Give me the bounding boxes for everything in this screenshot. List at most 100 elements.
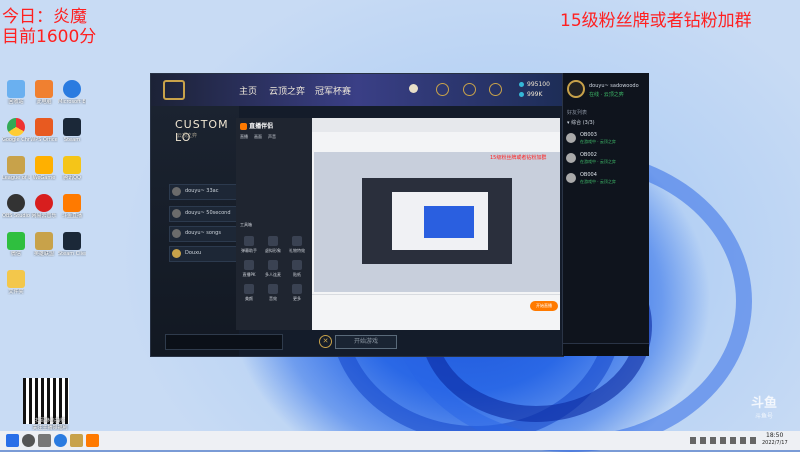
tool-label: 多人连麦 bbox=[265, 272, 281, 277]
clock-date[interactable]: 2022/7/17 bbox=[762, 440, 788, 446]
close-lobby-button[interactable]: ✕ bbox=[319, 335, 332, 348]
player-name: Douxu bbox=[185, 250, 202, 256]
tool-label: 音效 bbox=[269, 296, 277, 301]
obs-topbar bbox=[312, 118, 560, 132]
tool-label: 美颜 bbox=[245, 296, 253, 301]
douyu-watermark: 斗鱼 斗鱼号 bbox=[740, 392, 788, 420]
qr-caption: 扫码参与抽奖 关注主播领福利 bbox=[32, 418, 68, 431]
lobby-player[interactable]: douyu~ 50second bbox=[169, 206, 237, 222]
tool-label: 直播PK bbox=[242, 272, 256, 277]
desktop-icon[interactable]: 文件夹 bbox=[2, 270, 30, 295]
lobby-player[interactable]: douyu~ songs bbox=[169, 226, 237, 242]
obs-tab[interactable]: 直播 bbox=[240, 134, 248, 140]
player-avatar-icon bbox=[172, 249, 181, 258]
nav-home[interactable]: 主页 bbox=[239, 84, 257, 97]
tool-tile[interactable]: 多人连麦 bbox=[262, 260, 284, 278]
desktop-icon[interactable]: 微信 bbox=[2, 232, 30, 257]
lol-top-bar: 主页 云顶之弈 冠军杯赛 995100 999K bbox=[151, 74, 563, 106]
chat-input[interactable] bbox=[165, 334, 283, 350]
tool-tile[interactable]: 美颜 bbox=[238, 284, 260, 302]
obs-tab[interactable]: 声音 bbox=[268, 134, 276, 140]
desktop-icon[interactable]: 此电脑 bbox=[30, 80, 58, 105]
search-icon[interactable] bbox=[22, 434, 35, 447]
clock-time[interactable]: 18:50 bbox=[766, 432, 783, 439]
nav-clash[interactable]: 冠军杯赛 bbox=[315, 84, 351, 97]
friend-avatar bbox=[566, 153, 576, 163]
store-icon[interactable] bbox=[489, 83, 502, 96]
friend-item[interactable]: OB004 在游戏中 · 云顶之弈 bbox=[565, 171, 645, 187]
tools-header: 工具箱 bbox=[240, 222, 252, 227]
rp-balance: 995100 bbox=[527, 81, 550, 88]
desktop-icon[interactable]: 斗鱼直播 bbox=[58, 194, 86, 219]
tool-tile[interactable]: 贴纸 bbox=[286, 260, 308, 278]
desktop-icon[interactable]: 回收站 bbox=[2, 80, 30, 105]
desktop-icon[interactable]: 英雄联盟 bbox=[30, 232, 58, 257]
self-status: 在线 · 云顶之弈 bbox=[589, 92, 624, 98]
profile-icon[interactable] bbox=[409, 84, 418, 93]
start-icon[interactable] bbox=[6, 434, 19, 447]
desktop-icon[interactable]: Steam bbox=[58, 118, 86, 143]
desktop-icons: 回收站 此电脑 Microsoft Edge Google Chrome WPS… bbox=[0, 0, 92, 430]
friend-item[interactable]: OB002 在游戏中 · 云顶之弈 bbox=[565, 151, 645, 167]
loot-icon[interactable] bbox=[463, 83, 476, 96]
lobby-panel: CUSTOM LO 云顶之弈 douyu~ 33ac douyu~ 50seco… bbox=[151, 106, 283, 356]
taskview-icon[interactable] bbox=[38, 434, 51, 447]
tray-icons[interactable] bbox=[690, 437, 760, 444]
watermark-sub: 斗鱼号 bbox=[754, 413, 773, 420]
be-balance: 999K bbox=[527, 91, 543, 98]
lobby-player[interactable]: douyu~ 33ac bbox=[169, 184, 237, 200]
tool-tile[interactable]: 更多 bbox=[286, 284, 308, 302]
friends-group-label[interactable]: ▾ 综合 (3/3) bbox=[567, 119, 595, 126]
self-avatar[interactable] bbox=[567, 80, 585, 98]
brand-icon bbox=[240, 123, 247, 130]
friend-avatar bbox=[566, 133, 576, 143]
be-icon bbox=[519, 92, 524, 97]
friends-bottom-bar bbox=[563, 343, 649, 356]
desktop-icon[interactable]: 腾讯QQ bbox=[58, 156, 86, 181]
stream-overlay-line2: 目前1600分 bbox=[2, 27, 97, 47]
player-avatar-icon bbox=[172, 187, 181, 196]
player-name: douyu~ songs bbox=[185, 230, 221, 236]
friend-name: OB002 bbox=[580, 152, 597, 158]
taskbar: 18:50 2022/7/17 bbox=[0, 431, 800, 450]
desktop-icon[interactable]: OBS Studio bbox=[2, 194, 30, 219]
desktop-icon[interactable]: WPS Office bbox=[30, 118, 58, 143]
streaming-taskbar-icon[interactable] bbox=[86, 434, 99, 447]
group-notice: 15级粉丝牌或者钻粉加群 bbox=[560, 11, 752, 31]
tool-label: 贴纸 bbox=[293, 272, 301, 277]
tool-tile[interactable]: 弹幕助手 bbox=[238, 236, 260, 254]
tool-tile[interactable]: 虚拟形象 bbox=[262, 236, 284, 254]
collection-icon[interactable] bbox=[436, 83, 449, 96]
friend-avatar bbox=[566, 173, 576, 183]
tool-tile[interactable]: 音效 bbox=[262, 284, 284, 302]
lobby-title: CUSTOM LO bbox=[175, 118, 229, 144]
friends-section-title: 好友列表 bbox=[567, 110, 588, 116]
tool-label: 更多 bbox=[293, 296, 301, 301]
brand-label: 直播伴侣 bbox=[249, 123, 274, 130]
start-game-label: 开始游戏 bbox=[353, 338, 378, 345]
tool-tile[interactable]: 礼物特效 bbox=[286, 236, 308, 254]
friend-status: 在游戏中 · 云顶之弈 bbox=[580, 179, 616, 184]
friend-name: OB004 bbox=[580, 172, 597, 178]
preview-nested-window bbox=[424, 206, 474, 238]
desktop-icon[interactable]: Google Chrome bbox=[2, 118, 30, 143]
edge-icon[interactable] bbox=[54, 434, 67, 447]
desktop-icon[interactable]: WeGame bbox=[30, 156, 58, 181]
player-avatar-icon bbox=[172, 209, 181, 218]
start-game-button[interactable]: 开始游戏 bbox=[335, 335, 397, 349]
lobby-player[interactable]: Douxu bbox=[169, 246, 237, 262]
lol-taskbar-icon[interactable] bbox=[70, 434, 83, 447]
desktop-icon[interactable]: 网易云音乐 bbox=[30, 194, 58, 219]
player-avatar-icon bbox=[172, 229, 181, 238]
desktop-icon[interactable]: Steam Client bbox=[58, 232, 86, 257]
tool-tile[interactable]: 直播PK bbox=[238, 260, 260, 278]
tool-label: 虚拟形象 bbox=[265, 248, 281, 253]
desktop-icon[interactable]: Microsoft Edge bbox=[58, 80, 86, 105]
nav-tft[interactable]: 云顶之弈 bbox=[269, 84, 305, 97]
obs-tab[interactable]: 画面 bbox=[254, 134, 262, 140]
desktop-icon[interactable]: League of Legends bbox=[2, 156, 30, 181]
friend-item[interactable]: OB003 在游戏中 · 云顶之弈 bbox=[565, 131, 645, 147]
watermark-brand: 斗鱼 bbox=[750, 396, 777, 411]
self-name: douyu~ sadowoodo bbox=[589, 83, 639, 89]
app-brand: 直播伴侣 bbox=[240, 121, 273, 130]
